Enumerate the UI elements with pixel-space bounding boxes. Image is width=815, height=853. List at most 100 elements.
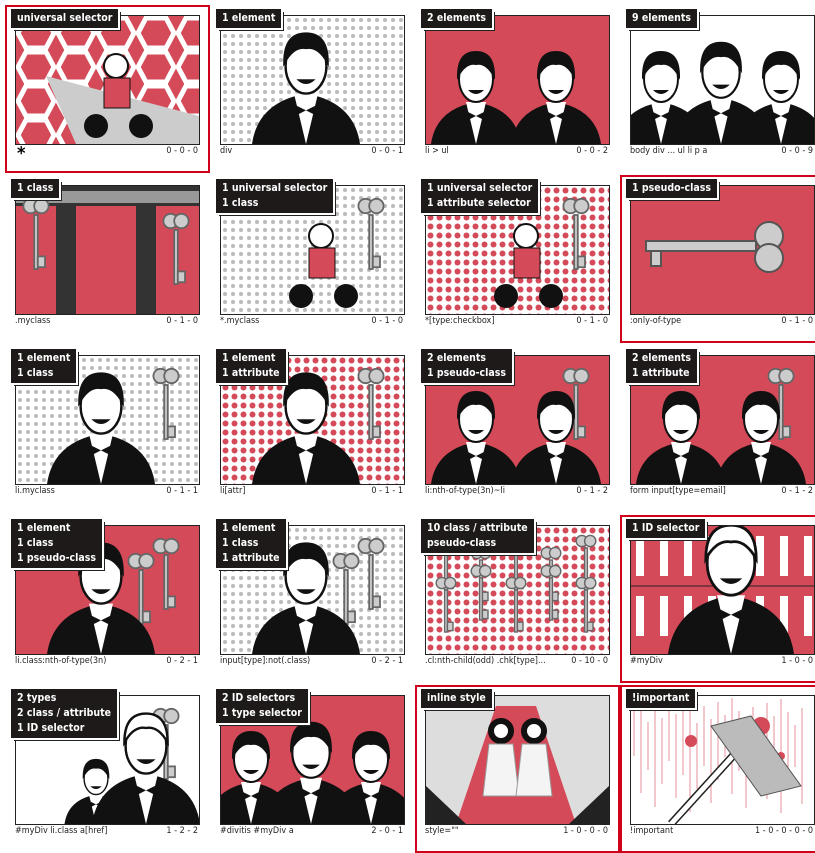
specificity-card: 2 elements li > ul 0 - 0 - 2 bbox=[415, 5, 620, 173]
selector-type-badge: 1 element 1 class 1 attribute bbox=[216, 519, 286, 568]
specificity-score: 0 - 1 - 0 bbox=[781, 316, 813, 326]
selector-example: *.myclass bbox=[220, 316, 260, 326]
caption: !important 1 - 0 - 0 - 0 - 0 bbox=[630, 826, 813, 836]
selector-type-badge: 2 elements 1 pseudo-class bbox=[421, 349, 513, 383]
badge-line: !important bbox=[632, 692, 690, 704]
specificity-score: 0 - 1 - 2 bbox=[781, 486, 813, 496]
badge-line: 1 element bbox=[222, 12, 276, 24]
specificity-card: 1 element 1 class 1 pseudo-class li.class:… bbox=[5, 515, 210, 683]
specificity-card: 10 class / attribute pseudo-class .cl:nth… bbox=[415, 515, 620, 683]
selector-example: li > ul bbox=[425, 146, 449, 156]
specificity-score: 0 - 10 - 0 bbox=[571, 656, 608, 666]
selector-example: li.class:nth-of-type(3n) bbox=[15, 656, 107, 666]
selector-example: body div ... ul li p a bbox=[630, 146, 708, 156]
selector-example: input[type]:not(.class) bbox=[220, 656, 311, 666]
selector-type-badge: 1 ID selector bbox=[626, 519, 706, 538]
badge-line: 2 ID selectors bbox=[222, 692, 296, 704]
selector-type-badge: 2 types 2 class / attribute 1 ID selector bbox=[11, 689, 118, 738]
selector-type-badge: 9 elements bbox=[626, 9, 698, 28]
specificity-score: 0 - 0 - 2 bbox=[576, 146, 608, 156]
selector-example: li.myclass bbox=[15, 486, 55, 496]
badge-line: 1 element bbox=[222, 352, 276, 364]
badge-line: 2 elements bbox=[427, 12, 487, 24]
badge-line: pseudo-class bbox=[427, 537, 497, 549]
specificity-card: 2 elements 1 pseudo-class li:nth-of-type(… bbox=[415, 345, 620, 513]
selector-type-badge: 2 elements bbox=[421, 9, 493, 28]
selector-type-badge: 1 element bbox=[216, 9, 282, 28]
selector-example: #myDiv li.class a[href] bbox=[15, 826, 108, 836]
specificity-score: 0 - 1 - 0 bbox=[576, 316, 608, 326]
badge-line: 1 attribute bbox=[222, 367, 280, 379]
selector-type-badge: universal selector bbox=[11, 9, 119, 28]
caption: li.class:nth-of-type(3n) 0 - 2 - 1 bbox=[15, 656, 198, 666]
badge-line: 2 types bbox=[17, 692, 57, 704]
specificity-score: 1 - 0 - 0 bbox=[781, 656, 813, 666]
badge-line: 1 ID selector bbox=[17, 722, 85, 734]
badge-line: 1 pseudo-class bbox=[17, 552, 97, 564]
specificity-score: 0 - 1 - 1 bbox=[371, 486, 403, 496]
selector-example: .myclass bbox=[15, 316, 51, 326]
caption: #divitis #myDiv a 2 - 0 - 1 bbox=[220, 826, 403, 836]
badge-line: 1 class bbox=[222, 537, 259, 549]
badge-line: 1 type selector bbox=[222, 707, 302, 719]
specificity-score: 2 - 0 - 1 bbox=[371, 826, 403, 836]
specificity-card: inline style style="" 1 - 0 - 0 - 0 bbox=[415, 685, 620, 853]
specificity-card: 2 types 2 class / attribute 1 ID selector … bbox=[5, 685, 210, 853]
specificity-card: 2 ID selectors 1 type selector #divitis #… bbox=[210, 685, 415, 853]
specificity-card: 1 element 1 class 1 attribute input[type]:… bbox=[210, 515, 415, 683]
caption: div 0 - 0 - 1 bbox=[220, 146, 403, 156]
badge-line: 1 element bbox=[17, 352, 71, 364]
badge-line: universal selector bbox=[17, 12, 113, 24]
specificity-card: 1 element div 0 - 0 - 1 bbox=[210, 5, 415, 173]
selector-type-badge: 1 class bbox=[11, 179, 60, 198]
selector-type-badge: 1 universal selector 1 attribute selector bbox=[421, 179, 539, 213]
badge-line: 1 universal selector bbox=[222, 182, 328, 194]
caption: li[attr] 0 - 1 - 1 bbox=[220, 486, 403, 496]
specificity-card: 1 universal selector 1 class *.myclass 0 -… bbox=[210, 175, 415, 343]
badge-line: 1 attribute selector bbox=[427, 197, 531, 209]
badge-line: 1 attribute bbox=[632, 367, 690, 379]
specificity-card: 1 element 1 attribute li[attr] 0 - 1 - 1 bbox=[210, 345, 415, 513]
selector-example: :only-of-type bbox=[630, 316, 682, 326]
caption: li:nth-of-type(3n)~li 0 - 1 - 2 bbox=[425, 486, 608, 496]
illustration bbox=[15, 185, 200, 315]
specificity-card: 1 class .myclass 0 - 1 - 0 bbox=[5, 175, 210, 343]
selector-type-badge: 1 element 1 class bbox=[11, 349, 77, 383]
man-figure bbox=[671, 41, 771, 144]
specificity-card: 1 pseudo-class :only-of-type 0 - 1 - 0 bbox=[620, 175, 815, 343]
specificity-score: 0 - 1 - 0 bbox=[371, 316, 403, 326]
specificity-card: 1 universal selector 1 attribute selector… bbox=[415, 175, 620, 343]
caption: form input[type=email] 0 - 1 - 2 bbox=[630, 486, 813, 496]
badge-line: 2 elements bbox=[427, 352, 487, 364]
specificity-score: 1 - 2 - 2 bbox=[166, 826, 198, 836]
selector-example: .cl:nth-child(odd) .chk[type]... bbox=[425, 656, 546, 666]
selector-example: style="" bbox=[425, 826, 459, 836]
caption: body div ... ul li p a 0 - 0 - 9 bbox=[630, 146, 813, 156]
selector-example: form input[type=email] bbox=[630, 486, 726, 496]
caption: #myDiv li.class a[href] 1 - 2 - 2 bbox=[15, 826, 198, 836]
selector-type-badge: inline style bbox=[421, 689, 492, 708]
specificity-score: 0 - 2 - 1 bbox=[371, 656, 403, 666]
specificity-score: 0 - 0 - 0 bbox=[166, 146, 198, 156]
badge-line: 1 class bbox=[17, 182, 54, 194]
badge-line: 9 elements bbox=[632, 12, 692, 24]
badge-line: 1 pseudo-class bbox=[427, 367, 507, 379]
caption: 0 - 0 - 0 bbox=[15, 146, 198, 156]
badge-line: 10 class / attribute bbox=[427, 522, 528, 534]
selector-type-badge: 2 ID selectors 1 type selector bbox=[216, 689, 308, 723]
badge-line: 1 universal selector bbox=[427, 182, 533, 194]
selector-type-badge: 1 universal selector 1 class bbox=[216, 179, 334, 213]
specificity-score: 0 - 1 - 0 bbox=[166, 316, 198, 326]
caption: .myclass 0 - 1 - 0 bbox=[15, 316, 198, 326]
selector-example: !important bbox=[630, 826, 674, 836]
selector-example: *[type:checkbox] bbox=[425, 316, 495, 326]
illustration bbox=[630, 185, 815, 315]
illustration bbox=[630, 695, 815, 825]
caption: #myDiv 1 - 0 - 0 bbox=[630, 656, 813, 666]
illustration bbox=[425, 695, 610, 825]
illustration bbox=[425, 15, 610, 145]
caption: style="" 1 - 0 - 0 - 0 bbox=[425, 826, 608, 836]
specificity-card: 1 ID selector #myDiv 1 - 0 - 0 bbox=[620, 515, 815, 683]
badge-line: 1 ID selector bbox=[632, 522, 700, 534]
illustration bbox=[630, 525, 815, 655]
